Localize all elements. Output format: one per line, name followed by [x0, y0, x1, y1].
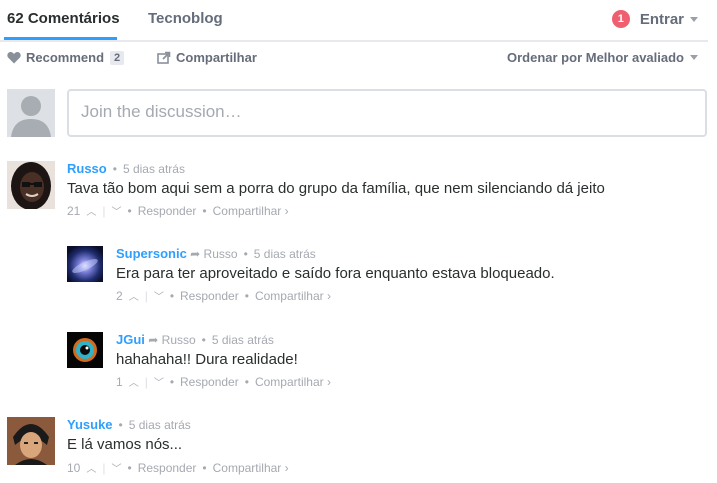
- top-nav: 62 Comentários Tecnoblog 1 Entrar: [0, 0, 708, 42]
- in-reply-to[interactable]: ➦ Russo: [190, 247, 237, 261]
- downvote-icon[interactable]: ﹀: [154, 288, 164, 303]
- reply-link[interactable]: Responder: [180, 375, 239, 389]
- recommend-label: Recommend: [26, 50, 105, 65]
- login-menu[interactable]: 1 Entrar: [611, 10, 698, 28]
- recommend-button[interactable]: Recommend 2: [7, 50, 125, 65]
- comment-composer[interactable]: [67, 89, 707, 137]
- comment-reply-item: JGui ➦ Russo • 5 dias atrás hahahaha!! Dur…: [67, 332, 707, 392]
- vote-count: 1: [116, 374, 123, 389]
- sort-dropdown[interactable]: Ordenar por Melhor avaliado: [507, 50, 698, 65]
- comment-timestamp[interactable]: 5 dias atrás: [129, 418, 191, 432]
- upvote-icon[interactable]: ︿: [86, 460, 96, 475]
- vote-count: 2: [116, 288, 123, 303]
- share-link[interactable]: Compartilhar ›: [255, 289, 331, 303]
- tab-site[interactable]: Tecnoblog: [148, 10, 223, 27]
- share-label: Compartilhar: [176, 50, 257, 65]
- avatar-image: [7, 161, 55, 209]
- comment-text: E lá vamos nós...: [67, 436, 183, 453]
- sort-label: Ordenar por Melhor avaliado: [507, 50, 684, 65]
- current-user-avatar: [7, 89, 55, 137]
- avatar[interactable]: [7, 161, 55, 209]
- comment-input[interactable]: [79, 101, 683, 123]
- upvote-icon[interactable]: ︿: [86, 203, 96, 218]
- chevron-down-icon: [690, 16, 698, 22]
- downvote-icon[interactable]: ﹀: [154, 374, 164, 389]
- active-tab-indicator: [4, 37, 117, 40]
- comment-text: Era para ter aproveitado e saído fora en…: [116, 265, 555, 282]
- in-reply-to[interactable]: ➦ Russo: [148, 333, 195, 347]
- reply-arrow-icon: ➦: [190, 247, 201, 261]
- share-icon: [157, 51, 171, 64]
- comment-text: hahahaha!! Dura realidade!: [116, 351, 298, 368]
- in-reply-to-name[interactable]: Russo: [204, 247, 238, 261]
- comment-meta: Yusuke • 5 dias atrás: [67, 417, 191, 432]
- comment-author[interactable]: Supersonic: [116, 246, 187, 261]
- avatar[interactable]: [7, 417, 55, 465]
- comment-footer: 21 ︿ | ﹀ • Responder • Compartilhar ›: [67, 203, 289, 219]
- share-link[interactable]: Compartilhar ›: [213, 204, 289, 218]
- notification-badge[interactable]: 1: [611, 10, 630, 28]
- share-button[interactable]: Compartilhar: [157, 50, 257, 65]
- comment-timestamp[interactable]: 5 dias atrás: [123, 162, 185, 176]
- upvote-icon[interactable]: ︿: [129, 374, 139, 389]
- comment-text: Tava tão bom aqui sem a porra do grupo d…: [67, 180, 605, 197]
- in-reply-to-name[interactable]: Russo: [162, 333, 196, 347]
- comment-author[interactable]: Yusuke: [67, 417, 113, 432]
- comment-reply-item: Supersonic ➦ Russo • 5 dias atrás Era para…: [67, 246, 707, 306]
- avatar-image: [67, 246, 103, 282]
- comment-item: Russo • 5 dias atrás Tava tão bom aqui sem…: [7, 161, 707, 221]
- reply-link[interactable]: Responder: [138, 204, 197, 218]
- comment-meta: JGui ➦ Russo • 5 dias atrás: [116, 332, 274, 347]
- heart-icon: [7, 51, 21, 64]
- avatar-image: [7, 417, 55, 465]
- avatar[interactable]: [67, 332, 103, 368]
- comment-footer: 2 ︿ | ﹀ • Responder • Compartilhar ›: [116, 288, 331, 304]
- vote-count: 21: [67, 203, 81, 218]
- login-label[interactable]: Entrar: [640, 11, 684, 28]
- comment-footer: 1 ︿ | ﹀ • Responder • Compartilhar ›: [116, 374, 331, 390]
- comment-item: Yusuke • 5 dias atrás E lá vamos nós... 10…: [7, 417, 707, 477]
- upvote-icon[interactable]: ︿: [129, 288, 139, 303]
- discussion-toolbar: Recommend 2 Compartilhar Ordenar por Mel…: [0, 48, 708, 70]
- share-link[interactable]: Compartilhar ›: [213, 461, 289, 475]
- avatar[interactable]: [67, 246, 103, 282]
- avatar-image: [67, 332, 103, 368]
- user-placeholder-icon: [7, 89, 55, 137]
- comment-timestamp[interactable]: 5 dias atrás: [254, 247, 316, 261]
- comment-author[interactable]: Russo: [67, 161, 107, 176]
- downvote-icon[interactable]: ﹀: [111, 203, 121, 218]
- recommend-count: 2: [110, 50, 125, 65]
- vote-count: 10: [67, 460, 81, 475]
- comment-meta: Russo • 5 dias atrás: [67, 161, 185, 176]
- reply-link[interactable]: Responder: [138, 461, 197, 475]
- share-link[interactable]: Compartilhar ›: [255, 375, 331, 389]
- comment-timestamp[interactable]: 5 dias atrás: [212, 333, 274, 347]
- reply-link[interactable]: Responder: [180, 289, 239, 303]
- tab-comments[interactable]: 62 Comentários: [7, 10, 120, 27]
- reply-arrow-icon: ➦: [148, 333, 159, 347]
- comment-meta: Supersonic ➦ Russo • 5 dias atrás: [116, 246, 316, 261]
- chevron-down-icon: [690, 55, 698, 60]
- downvote-icon[interactable]: ﹀: [111, 460, 121, 475]
- comment-footer: 10 ︿ | ﹀ • Responder • Compartilhar ›: [67, 460, 289, 476]
- comment-author[interactable]: JGui: [116, 332, 145, 347]
